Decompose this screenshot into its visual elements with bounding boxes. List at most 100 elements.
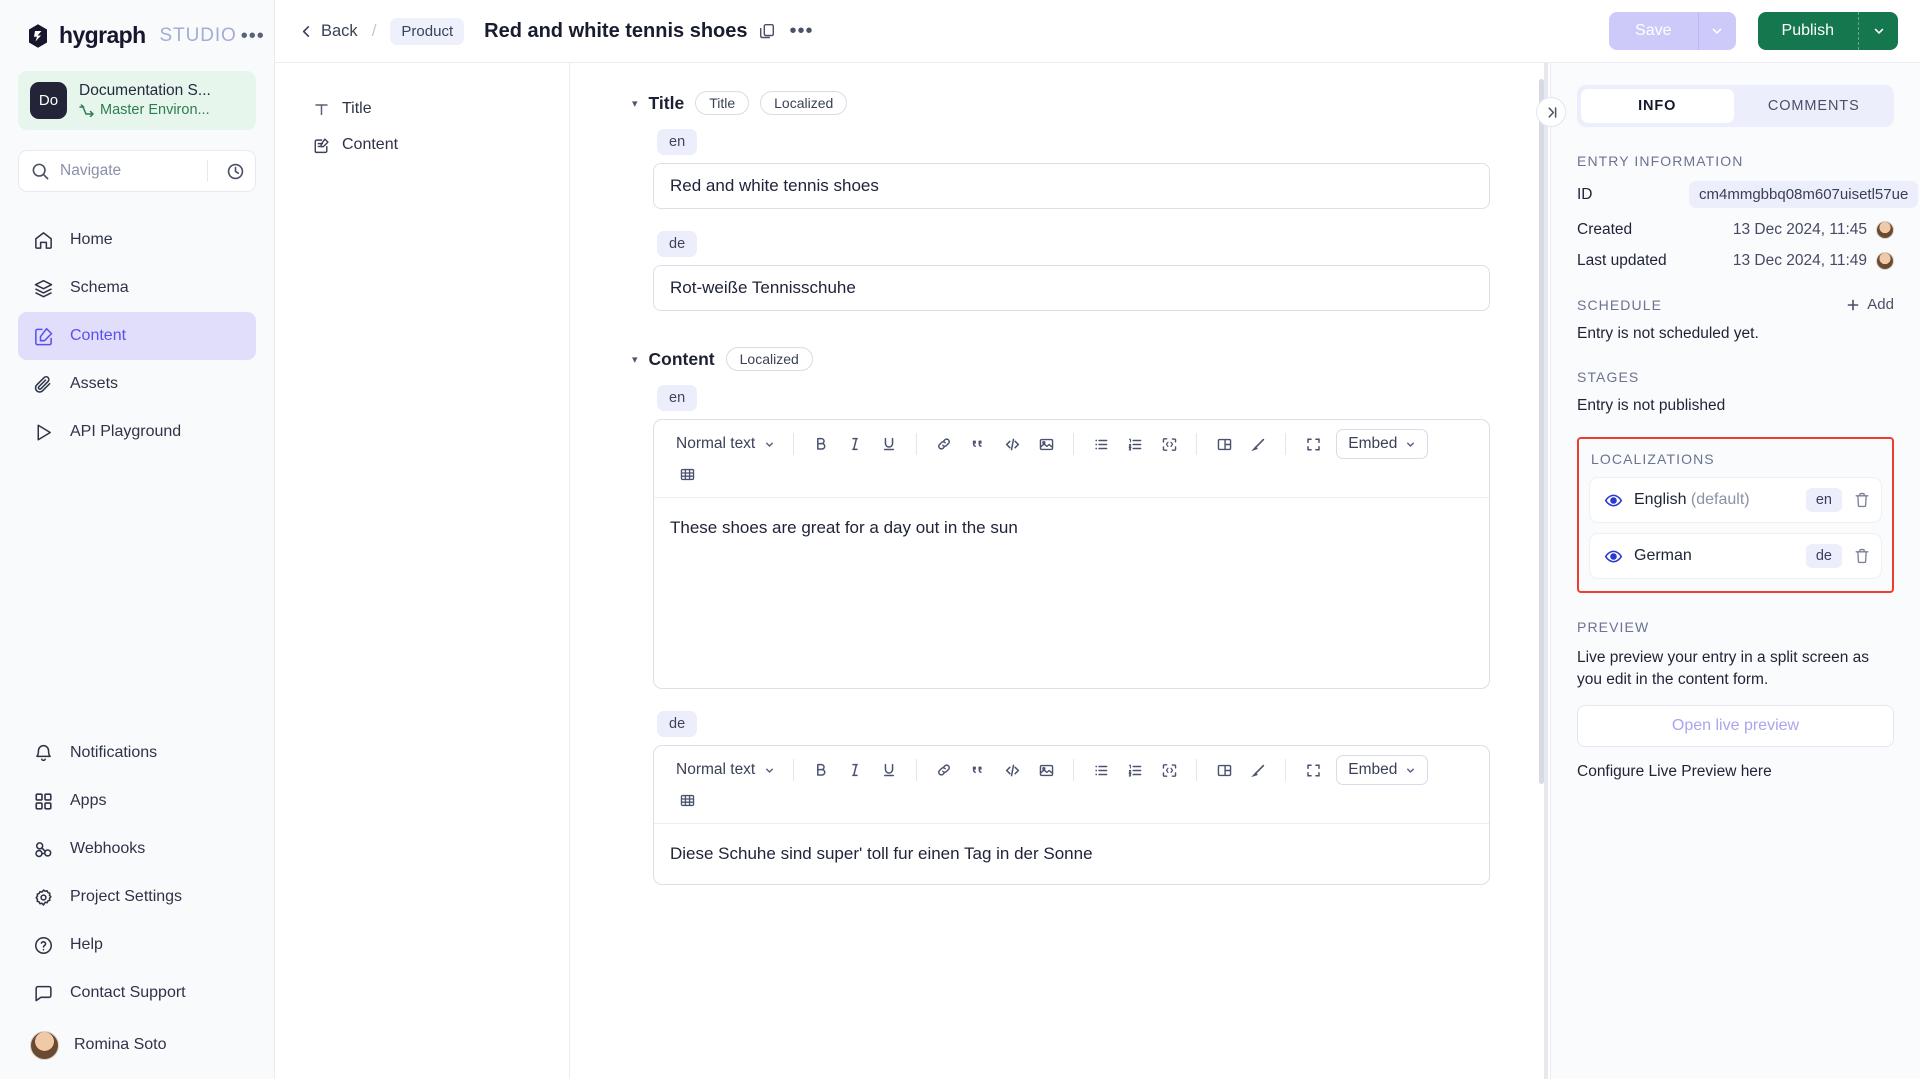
link-icon[interactable] xyxy=(927,429,961,459)
columns-icon[interactable] xyxy=(1207,429,1241,459)
collapse-panel-button[interactable] xyxy=(1536,97,1566,127)
fullscreen-icon[interactable] xyxy=(1296,755,1330,785)
tab-info[interactable]: INFO xyxy=(1581,89,1734,123)
entry-more-button[interactable]: ••• xyxy=(786,27,818,35)
brush-icon[interactable] xyxy=(1241,429,1275,459)
image-icon[interactable] xyxy=(1029,429,1063,459)
configure-live-preview-link[interactable]: Configure Live Preview here xyxy=(1577,763,1894,781)
recent-button[interactable] xyxy=(218,162,245,181)
columns-icon[interactable] xyxy=(1207,755,1241,785)
table-icon[interactable] xyxy=(670,459,704,489)
field-tree: Title Content xyxy=(275,63,570,1079)
eye-icon[interactable] xyxy=(1604,547,1623,566)
last-updated-value: 13 Dec 2024, 11:49 xyxy=(1733,252,1867,270)
rte-content-de[interactable]: Diese Schuhe sind super' toll fur einen … xyxy=(654,824,1489,884)
quote-icon[interactable] xyxy=(961,429,995,459)
eye-icon[interactable] xyxy=(1604,491,1623,510)
sidebar-item-schema[interactable]: Schema xyxy=(18,264,256,312)
info-panel: INFO COMMENTS ENTRY INFORMATION ID cm4mm… xyxy=(1550,63,1920,1079)
sidebar-item-api-playground[interactable]: API Playground xyxy=(18,408,256,456)
open-live-preview-button[interactable]: Open live preview xyxy=(1577,705,1894,747)
sidebar-item-project-settings[interactable]: Project Settings xyxy=(18,873,256,921)
bold-icon[interactable] xyxy=(804,429,838,459)
user-profile[interactable]: Romina Soto xyxy=(18,1017,256,1073)
tree-item-title[interactable]: Title xyxy=(275,91,569,127)
breadcrumb-model-chip[interactable]: Product xyxy=(390,18,464,45)
italic-icon[interactable] xyxy=(838,429,872,459)
navigate-search[interactable]: Navigate xyxy=(18,150,256,192)
gear-icon xyxy=(32,886,54,908)
numbered-list-icon[interactable] xyxy=(1118,429,1152,459)
underline-icon[interactable] xyxy=(872,755,906,785)
back-button[interactable]: Back xyxy=(299,22,358,41)
text-style-dropdown[interactable]: Normal text xyxy=(668,431,783,457)
webhook-icon xyxy=(32,838,54,860)
sidebar-item-help[interactable]: Help xyxy=(18,921,256,969)
localization-row-en[interactable]: English (default) en xyxy=(1589,477,1882,523)
delete-localization-de-icon[interactable] xyxy=(1853,547,1871,565)
title-input-en[interactable]: Red and white tennis shoes xyxy=(653,163,1490,209)
image-icon[interactable] xyxy=(1029,755,1063,785)
sidebar-item-assets[interactable]: Assets xyxy=(18,360,256,408)
rte-content-en[interactable]: These shoes are great for a day out in t… xyxy=(654,498,1489,688)
sidebar-item-home[interactable]: Home xyxy=(18,216,256,264)
italic-icon[interactable] xyxy=(838,755,872,785)
toolbar-separator xyxy=(793,759,794,781)
bold-icon[interactable] xyxy=(804,755,838,785)
collapse-content-field-caret-icon[interactable]: ▾ xyxy=(632,355,638,366)
embed-dropdown[interactable]: Embed xyxy=(1336,755,1428,785)
link-icon[interactable] xyxy=(927,755,961,785)
play-icon xyxy=(32,421,54,443)
copy-icon[interactable] xyxy=(758,22,776,40)
fullscreen-icon[interactable] xyxy=(1296,429,1330,459)
app-root: hygraph STUDIO ••• Do Documentation S...… xyxy=(0,0,1920,1079)
code-icon[interactable] xyxy=(995,429,1029,459)
underline-icon[interactable] xyxy=(872,429,906,459)
quote-icon[interactable] xyxy=(961,755,995,785)
code-block-icon[interactable] xyxy=(1152,755,1186,785)
localization-row-de[interactable]: German de xyxy=(1589,533,1882,579)
bullet-list-icon[interactable] xyxy=(1084,755,1118,785)
code-block-icon[interactable] xyxy=(1152,429,1186,459)
publish-button-group: Publish xyxy=(1758,12,1898,50)
brush-icon[interactable] xyxy=(1241,755,1275,785)
sidebar-item-contact-support[interactable]: Contact Support xyxy=(18,969,256,1017)
table-icon[interactable] xyxy=(670,785,704,815)
project-selector[interactable]: Do Documentation S... Master Environ... xyxy=(18,71,256,130)
logo-studio-label: STUDIO xyxy=(160,25,237,47)
sidebar-item-content[interactable]: Content xyxy=(18,312,256,360)
text-style-label: Normal text xyxy=(676,435,755,453)
add-schedule-button[interactable]: Add xyxy=(1846,296,1894,313)
last-updated-label: Last updated xyxy=(1577,252,1689,270)
branch-icon xyxy=(79,104,94,117)
hygraph-logo[interactable]: hygraph STUDIO xyxy=(26,22,237,49)
publish-button[interactable]: Publish xyxy=(1758,12,1858,50)
sidebar-item-label: API Playground xyxy=(70,423,181,441)
tab-comments[interactable]: COMMENTS xyxy=(1738,89,1891,123)
entry-id-value[interactable]: cm4mmgbbq08m607uisetl57ue xyxy=(1689,181,1918,208)
title-input-de[interactable]: Rot-weiße Tennisschuhe xyxy=(653,265,1490,311)
collapse-title-field-caret-icon[interactable]: ▾ xyxy=(632,99,638,110)
title-field-name: Title xyxy=(649,93,685,114)
text-style-dropdown[interactable]: Normal text xyxy=(668,757,783,783)
delete-localization-en-icon[interactable] xyxy=(1853,491,1871,509)
sidebar-more-button[interactable]: ••• xyxy=(237,29,269,43)
publish-dropdown-button[interactable] xyxy=(1858,12,1898,50)
tree-item-content[interactable]: Content xyxy=(275,127,569,163)
bullet-list-icon[interactable] xyxy=(1084,429,1118,459)
panel-scrollbar[interactable] xyxy=(1544,63,1548,1079)
content-locale-tag-en: en xyxy=(657,385,697,411)
sidebar-item-label: Schema xyxy=(70,279,129,297)
stages-status-text: Entry is not published xyxy=(1577,397,1894,415)
sidebar-item-apps[interactable]: Apps xyxy=(18,777,256,825)
toolbar-separator xyxy=(1196,759,1197,781)
panel-tabs: INFO COMMENTS xyxy=(1577,85,1894,127)
embed-dropdown[interactable]: Embed xyxy=(1336,429,1428,459)
save-button[interactable]: Save xyxy=(1609,12,1697,50)
search-icon xyxy=(31,162,50,181)
sidebar-item-webhooks[interactable]: Webhooks xyxy=(18,825,256,873)
sidebar-item-notifications[interactable]: Notifications xyxy=(18,729,256,777)
numbered-list-icon[interactable] xyxy=(1118,755,1152,785)
save-dropdown-button[interactable] xyxy=(1698,12,1736,50)
code-icon[interactable] xyxy=(995,755,1029,785)
